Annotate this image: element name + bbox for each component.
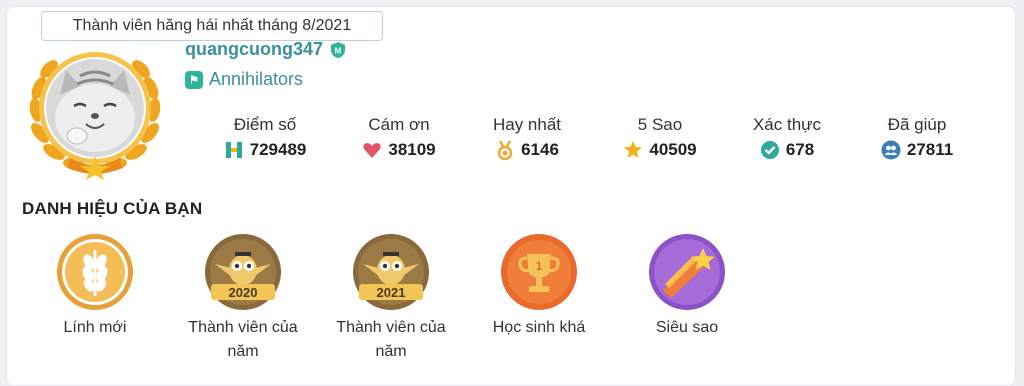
username[interactable]: quangcuong347 M [185, 39, 347, 60]
stat-five-star: 5 Sao 40509 [590, 113, 730, 160]
badge-label: Lính mới [63, 319, 127, 336]
svg-text:1: 1 [536, 259, 543, 273]
badge-item[interactable]: 1 Học sinh khá [469, 232, 609, 340]
badge-item[interactable]: Lính mới [25, 232, 165, 340]
stat-points: Điểm số 729489 [195, 113, 335, 160]
stat-value: 6146 [521, 140, 559, 159]
stat-verified: Xác thực 678 [717, 113, 857, 160]
stat-best: Hay nhất 6146 [457, 113, 597, 160]
badge-label: Thành viên của năm [188, 319, 298, 360]
team-link[interactable]: ⚑ Annihilators [185, 69, 303, 90]
stats-row: Điểm số 729489 Cám ơn 38109 Hay nhất 614… [0, 113, 1024, 173]
stat-value: 40509 [649, 140, 697, 159]
username-text[interactable]: quangcuong347 [185, 39, 323, 60]
badge-label: Siêu sao [655, 319, 719, 336]
moderator-shield-icon: M [331, 41, 346, 58]
monthly-award-badge: Thành viên hăng hái nhất tháng 8/2021 [41, 11, 383, 41]
badge-label: Học sinh khá [492, 319, 586, 336]
team-icon: ⚑ [185, 70, 203, 89]
owl-2021-icon: 2021 [353, 234, 429, 310]
stat-value: 729489 [249, 140, 307, 159]
badge-label: Thành viên của năm [336, 319, 446, 360]
badge-item[interactable]: 2020 Thành viên của năm [173, 232, 313, 364]
users-icon [881, 140, 901, 160]
star-icon [624, 141, 643, 158]
stat-value: 27811 [906, 140, 954, 159]
stat-label: Đã giúp [887, 115, 947, 134]
stat-label: Điểm số [233, 115, 297, 134]
wheat-icon [57, 234, 133, 310]
badge-year: 2020 [229, 285, 258, 300]
team-name[interactable]: Annihilators [209, 69, 303, 90]
moderator-badge-letter: M [335, 46, 342, 55]
badge-year: 2021 [377, 285, 406, 300]
stat-thanks: Cám ơn 38109 [329, 113, 469, 160]
verified-icon [760, 141, 779, 159]
stat-label: Hay nhất [492, 115, 562, 134]
badges-row: Lính mới 2020 Thành viên của năm 2021 Th… [0, 232, 1024, 372]
shooting-star-icon [649, 234, 725, 310]
badge-item[interactable]: Siêu sao [617, 232, 757, 340]
medal-icon [497, 140, 513, 160]
owl-2020-icon: 2020 [205, 234, 281, 310]
section-title-badges: DANH HIỆU CỦA BẠN [22, 199, 203, 218]
heart-icon [363, 143, 381, 158]
stat-label: 5 Sao [637, 115, 683, 134]
points-icon [225, 142, 242, 158]
trophy-icon: 1 [501, 234, 577, 310]
stat-value: 38109 [388, 140, 436, 159]
stat-label: Xác thực [752, 115, 822, 134]
stat-helped: Đã giúp 27811 [847, 113, 987, 160]
stat-label: Cám ơn [368, 115, 430, 134]
badge-item[interactable]: 2021 Thành viên của năm [321, 232, 461, 364]
stat-value: 678 [785, 140, 815, 159]
